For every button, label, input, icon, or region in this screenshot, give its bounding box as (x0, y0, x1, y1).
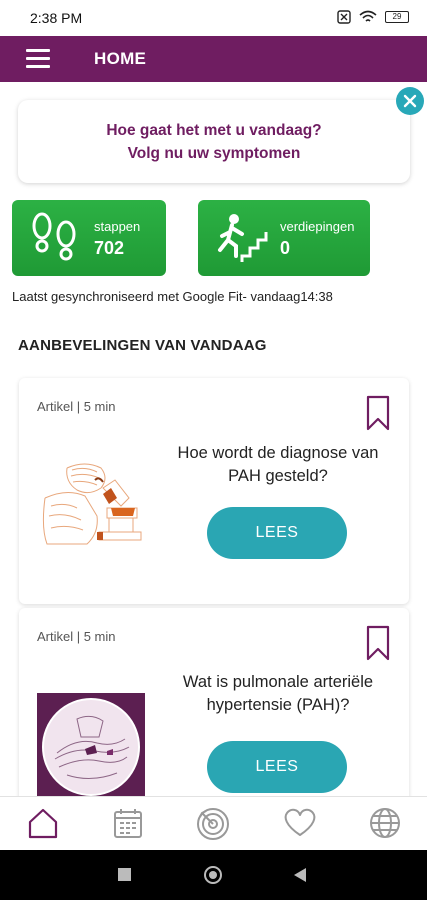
floors-value: 0 (280, 238, 291, 258)
bottom-nav (0, 796, 427, 850)
read-button[interactable]: LEES (207, 507, 347, 559)
battery-level: 29 (392, 12, 402, 21)
calendar-icon (114, 809, 142, 838)
nav-tracker[interactable] (196, 807, 230, 841)
wifi-icon (359, 10, 377, 22)
prompt-line-1: Hoe gaat het met u vandaag? (106, 122, 322, 139)
bookmark-icon[interactable] (366, 625, 390, 661)
close-prompt-button[interactable] (396, 87, 424, 115)
close-icon (403, 94, 417, 108)
app-bar: HOME (0, 36, 427, 82)
read-button[interactable]: LEES (207, 741, 347, 793)
steps-tile[interactable]: stappen 702 (12, 200, 166, 276)
nav-home[interactable] (27, 807, 59, 839)
floors-tile[interactable]: verdiepingen 0 (198, 200, 370, 276)
home-icon (28, 808, 58, 839)
nav-health[interactable] (283, 807, 317, 837)
floors-label: verdiepingen (280, 219, 355, 234)
stairs-climbing-icon (218, 214, 268, 262)
footprints-icon (32, 212, 76, 261)
battery-icon: 29 (385, 11, 409, 23)
heart-icon (284, 808, 316, 836)
home-button[interactable] (204, 866, 222, 884)
recommendation-card[interactable]: Artikel | 5 min Wat is pulmonale arterië… (19, 608, 409, 796)
page-title: HOME (94, 49, 147, 68)
globe-icon (370, 808, 400, 838)
sync-status-text: Laatst gesynchroniseerd met Google Fit- … (12, 289, 333, 304)
nav-language[interactable] (369, 807, 401, 839)
nav-calendar[interactable] (112, 807, 144, 839)
card-meta: Artikel | 5 min (37, 629, 116, 644)
bookmark-icon[interactable] (366, 395, 390, 431)
steps-label: stappen (94, 219, 141, 234)
recommendation-card[interactable]: Artikel | 5 min Hoe wordt de diagnose va… (19, 378, 409, 604)
status-icons: 29 (337, 10, 409, 24)
recents-button[interactable] (118, 868, 131, 881)
card-title: Hoe wordt de diagnose van PAH gesteld? (177, 444, 379, 485)
no-sim-icon (337, 10, 351, 24)
home-content[interactable]: Hoe gaat het met u vandaag? Volg nu uw s… (0, 82, 427, 796)
hamburger-menu-icon[interactable] (26, 49, 50, 69)
status-bar: 2:38 PM 29 (0, 0, 427, 36)
symptom-prompt-card[interactable]: Hoe gaat het met u vandaag? Volg nu uw s… (18, 100, 410, 183)
steps-value: 702 (94, 238, 125, 258)
system-navigation-bar (0, 850, 427, 900)
status-time: 2:38 PM (30, 10, 83, 26)
tracker-icon (197, 808, 229, 840)
back-button[interactable] (293, 867, 307, 883)
pah-article-illustration (37, 693, 145, 796)
card-meta: Artikel | 5 min (37, 399, 116, 414)
card-title: Wat is pulmonale arteriële hypertensie (… (182, 673, 374, 714)
section-title-recommendations: AANBEVELINGEN VAN VANDAAG (18, 337, 267, 354)
doctor-microscope-illustration (42, 463, 142, 545)
prompt-line-2: Volg nu uw symptomen (127, 145, 301, 162)
